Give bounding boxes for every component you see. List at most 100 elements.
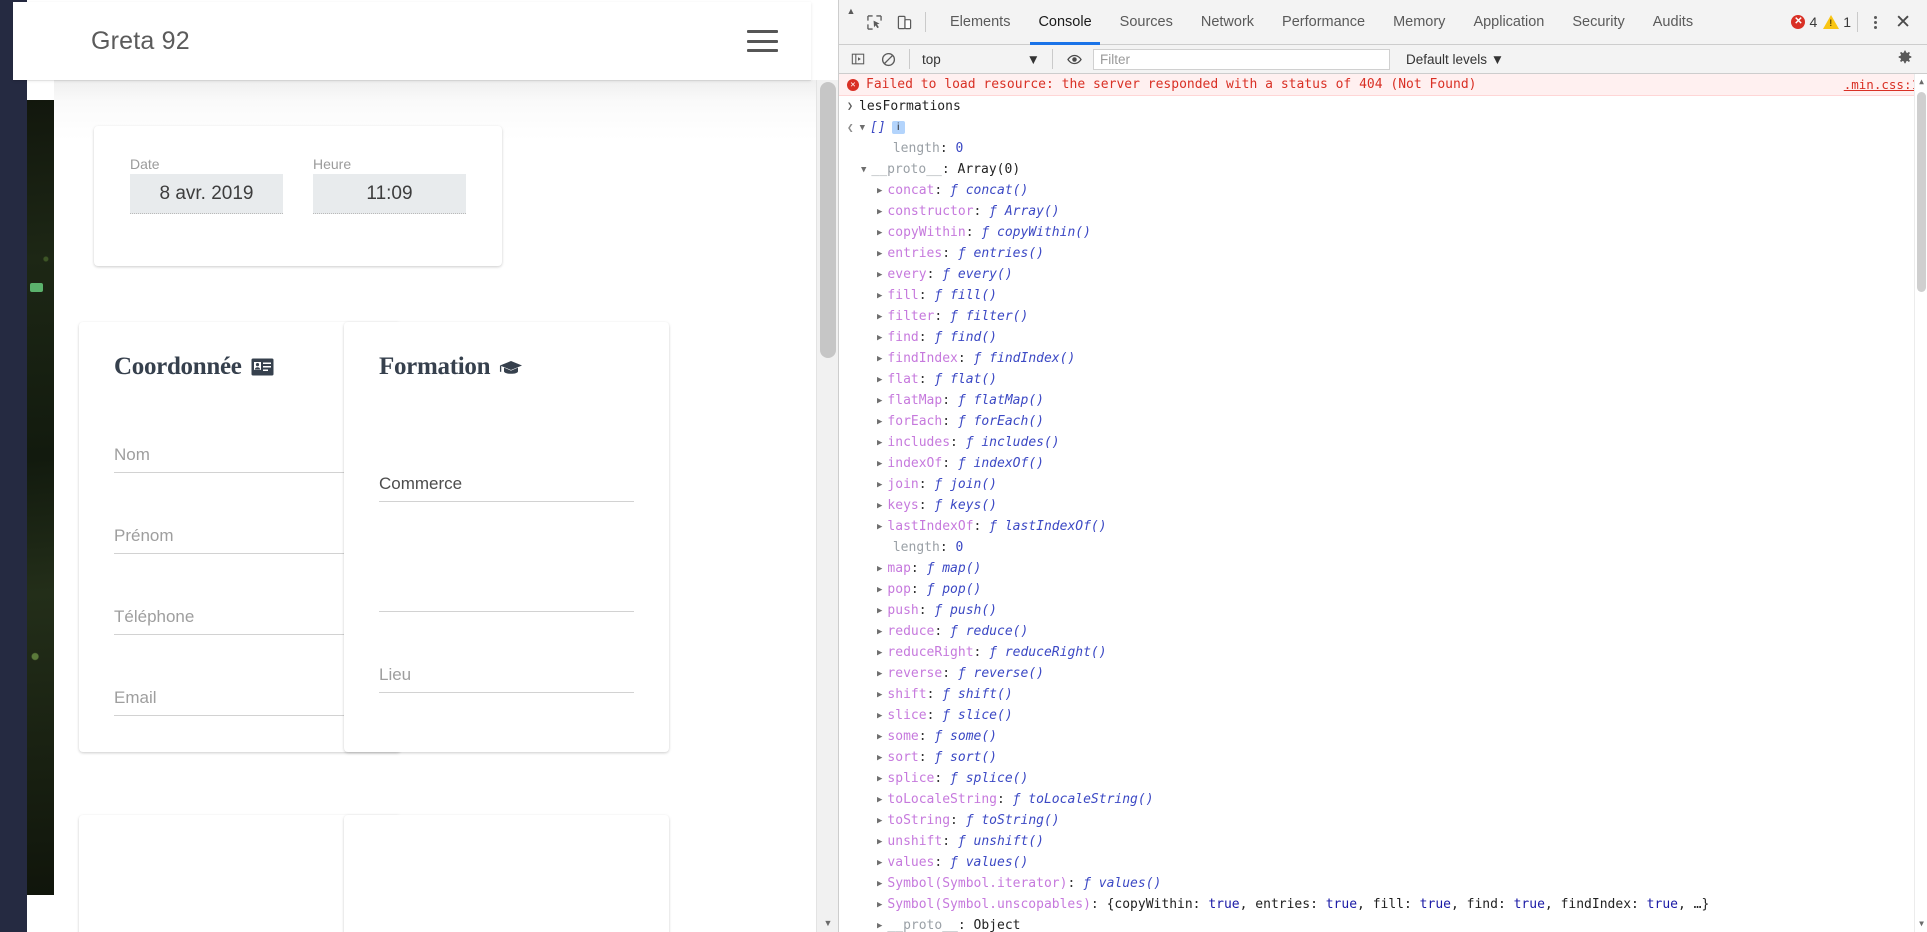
live-expression-icon[interactable] [1059,44,1089,74]
scroll-up-arrow-icon[interactable]: ▲ [1915,74,1927,90]
expand-triangle-icon[interactable]: ▶ [877,711,882,721]
console-property-row[interactable]: ▶ copyWithin: ƒ copyWithin() [839,222,1927,243]
tab-audits[interactable]: Audits [1639,0,1707,45]
expand-triangle-icon[interactable]: ▶ [877,606,882,616]
expand-triangle-icon[interactable]: ▼ [860,123,865,133]
expand-triangle-icon[interactable]: ▶ [877,669,882,679]
expand-triangle-icon[interactable]: ▶ [877,249,882,259]
console-filter-input[interactable] [1093,48,1390,70]
expand-triangle-icon[interactable]: ▶ [877,522,882,532]
date-input[interactable]: 8 avr. 2019 [130,174,283,214]
console-property-row[interactable]: ▶ indexOf: ƒ indexOf() [839,453,1927,474]
expand-triangle-icon[interactable]: ▶ [877,186,882,196]
console-property-row[interactable]: length: 0 [839,138,1927,159]
expand-triangle-icon[interactable]: ▶ [877,228,882,238]
inspect-element-icon[interactable] [859,7,889,37]
log-levels-dropdown[interactable]: Default levels ▼ [1406,52,1504,67]
console-property-row[interactable]: ▶ flatMap: ƒ flatMap() [839,390,1927,411]
scroll-down-arrow-icon[interactable]: ▼ [1915,916,1927,932]
console-property-row[interactable]: ▶ sort: ƒ sort() [839,747,1927,768]
console-property-row[interactable]: ▶ Symbol(Symbol.iterator): ƒ values() [839,873,1927,894]
expand-triangle-icon[interactable]: ▶ [877,417,882,427]
console-property-row[interactable]: ▶ forEach: ƒ forEach() [839,411,1927,432]
console-property-row[interactable]: ▶ entries: ƒ entries() [839,243,1927,264]
collapse-triangle-icon[interactable]: ▼ [861,165,866,175]
expand-triangle-icon[interactable]: ▶ [877,900,882,910]
app-side-nav-strip[interactable] [0,0,27,932]
console-property-row[interactable]: ▶ toString: ƒ toString() [839,810,1927,831]
console-property-row[interactable]: ▶ __proto__: Object [839,915,1927,932]
warning-count-badge[interactable]: 1 [1823,14,1851,30]
info-badge-icon[interactable]: i [891,121,905,134]
error-count-badge[interactable]: ✕ 4 [1791,14,1817,30]
execution-context-select[interactable]: top ▼ [916,49,1046,70]
expand-triangle-icon[interactable]: ▶ [877,690,882,700]
console-property-row[interactable]: ▶ join: ƒ join() [839,474,1927,495]
expand-triangle-icon[interactable]: ▶ [877,816,882,826]
console-property-row[interactable]: length: 0 [839,537,1927,558]
issue-counters[interactable]: ✕ 4 1 [1791,14,1851,30]
device-toolbar-icon[interactable] [889,7,919,37]
time-input[interactable]: 11:09 [313,174,466,214]
expand-triangle-icon[interactable]: ▶ [877,270,882,280]
expand-triangle-icon[interactable]: ▶ [877,585,882,595]
close-icon[interactable]: ✕ [1887,13,1919,32]
expand-triangle-icon[interactable]: ▶ [877,480,882,490]
expand-triangle-icon[interactable]: ▶ [877,921,882,931]
field-telephone[interactable]: Téléphone [114,569,366,650]
expand-triangle-icon[interactable]: ▶ [877,795,882,805]
console-property-row[interactable]: ▶ constructor: ƒ Array() [839,201,1927,222]
console-property-row[interactable]: ▶ splice: ƒ splice() [839,768,1927,789]
kebab-menu-icon[interactable] [1864,15,1887,29]
page-scrollbar-thumb[interactable] [820,82,836,358]
console-property-row[interactable]: ▶ map: ƒ map() [839,558,1927,579]
tab-elements[interactable]: Elements [936,0,1024,45]
expand-triangle-icon[interactable]: ▶ [877,396,882,406]
field-formation-secondary[interactable] [379,517,634,627]
field-formation-type[interactable]: Commerce [379,407,634,517]
expand-triangle-icon[interactable]: ▶ [877,564,882,574]
console-property-row[interactable]: ▶ push: ƒ push() [839,600,1927,621]
field-prenom[interactable]: Prénom [114,488,366,569]
console-property-row[interactable]: ▶ some: ƒ some() [839,726,1927,747]
console-property-row[interactable]: ▶ reduceRight: ƒ reduceRight() [839,642,1927,663]
page-vertical-scrollbar[interactable]: ▲ ▼ [816,80,838,932]
console-vertical-scrollbar[interactable]: ▲ ▼ [1914,74,1927,932]
console-property-row[interactable]: ▶ every: ƒ every() [839,264,1927,285]
console-property-row[interactable]: ▶ find: ƒ find() [839,327,1927,348]
console-property-row[interactable]: ▶ Symbol(Symbol.unscopables): {copyWithin… [839,894,1927,915]
console-result-row[interactable]: ❮ ▼ [] i [839,117,1927,138]
console-property-row[interactable]: ▶ slice: ƒ slice() [839,705,1927,726]
expand-triangle-icon[interactable]: ▶ [877,837,882,847]
tab-memory[interactable]: Memory [1379,0,1459,45]
expand-triangle-icon[interactable]: ▶ [877,858,882,868]
scroll-down-arrow-icon[interactable]: ▼ [817,914,838,932]
expand-triangle-icon[interactable]: ▶ [877,312,882,322]
console-property-row[interactable]: ▶ unshift: ƒ unshift() [839,831,1927,852]
expand-triangle-icon[interactable]: ▶ [877,438,882,448]
console-property-row[interactable]: ▶ toLocaleString: ƒ toLocaleString() [839,789,1927,810]
tab-console[interactable]: Console [1024,0,1105,45]
expand-triangle-icon[interactable]: ▶ [877,207,882,217]
console-property-row[interactable]: ▶ concat: ƒ concat() [839,180,1927,201]
gear-icon[interactable] [1887,49,1923,69]
expand-triangle-icon[interactable]: ▶ [877,501,882,511]
expand-triangle-icon[interactable]: ▶ [877,648,882,658]
expand-triangle-icon[interactable]: ▶ [877,732,882,742]
expand-triangle-icon[interactable]: ▶ [877,291,882,301]
tab-performance[interactable]: Performance [1268,0,1379,45]
console-sidebar-icon[interactable] [843,44,873,74]
expand-triangle-icon[interactable]: ▶ [877,375,882,385]
console-property-row[interactable]: ▶ lastIndexOf: ƒ lastIndexOf() [839,516,1927,537]
console-scrollbar-thumb[interactable] [1917,92,1926,292]
console-error-message[interactable]: ✕ Failed to load resource: the server re… [839,74,1927,96]
devtools-drag-handle[interactable]: ▲ [843,0,859,45]
console-property-row[interactable]: ▶ pop: ƒ pop() [839,579,1927,600]
console-property-row[interactable]: ▶ filter: ƒ filter() [839,306,1927,327]
console-property-row[interactable]: ▶ findIndex: ƒ findIndex() [839,348,1927,369]
expand-triangle-icon[interactable]: ▶ [877,627,882,637]
expand-triangle-icon[interactable]: ▶ [877,354,882,364]
field-email[interactable]: Email [114,650,366,731]
console-property-row[interactable]: ▶ fill: ƒ fill() [839,285,1927,306]
tab-network[interactable]: Network [1187,0,1268,45]
